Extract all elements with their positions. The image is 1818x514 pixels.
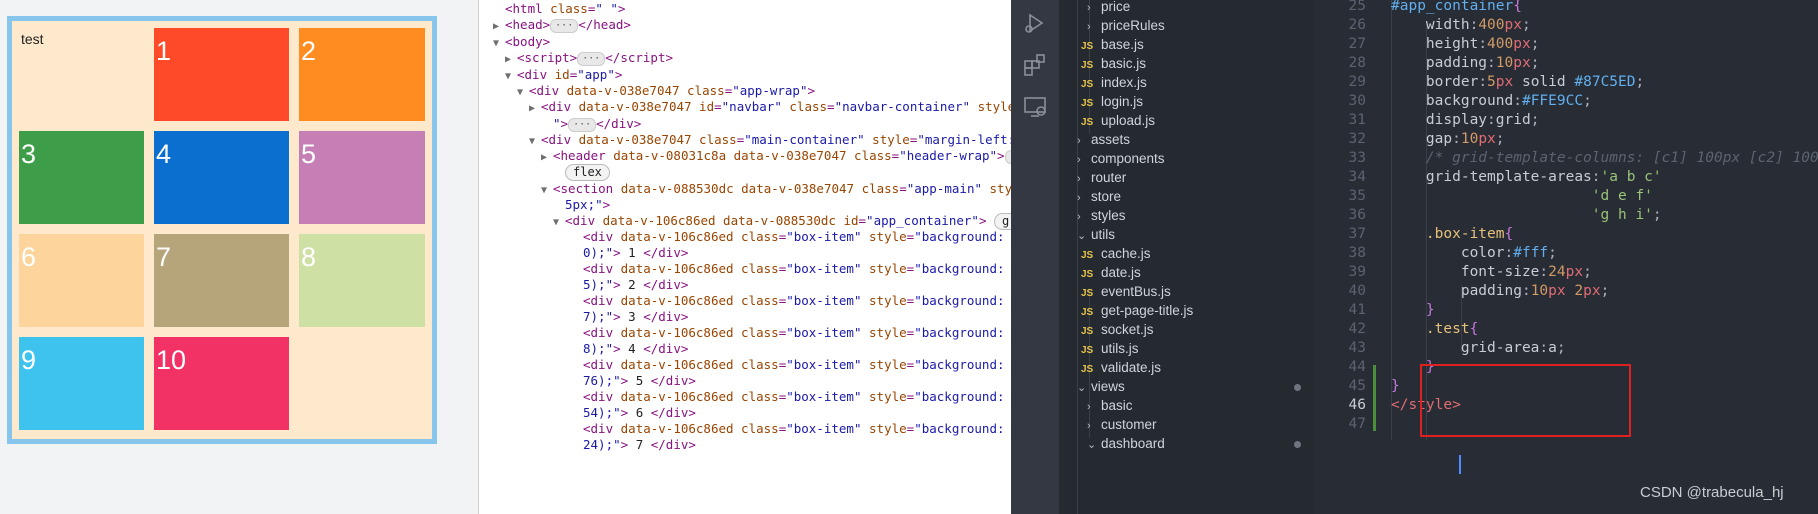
expand-triangle-icon[interactable]: ▼ <box>505 68 517 86</box>
tree-item-label: login.js <box>1101 94 1144 109</box>
expand-triangle-icon[interactable]: ▼ <box>553 214 565 232</box>
box-item-8: 8 <box>299 234 425 327</box>
dom-node-line[interactable]: ▼ <section data-v-088530dc data-v-038e704… <box>541 180 1011 198</box>
tree-item-label: eventBus.js <box>1101 284 1171 299</box>
tree-item-label: styles <box>1091 208 1126 223</box>
test-cell: test <box>19 28 144 121</box>
dom-node-line[interactable]: 24);"> 7 </div> <box>571 436 696 454</box>
tree-item-label: cache.js <box>1101 246 1151 261</box>
line-number: 47 <box>1348 416 1366 432</box>
box-item-4: 4 <box>154 131 289 224</box>
tree-item-label: basic <box>1101 398 1133 413</box>
dom-node-line[interactable]: ▶ <header data-v-08031c8a data-v-038e7047… <box>541 147 1011 165</box>
red-highlight-box <box>1420 364 1631 437</box>
tree-item-label: basic.js <box>1101 56 1147 71</box>
devtools-elements-panel[interactable]: <html class=" "> ▶ <head> ··· </head> ▼ <body>… <box>478 0 1011 514</box>
app-container-grid: test 1 2 3 4 5 6 7 8 9 10 <box>7 16 437 444</box>
tree-item-label: socket.js <box>1101 322 1154 337</box>
page-preview: test 1 2 3 4 5 6 7 8 9 10 <box>0 0 478 514</box>
watermark: CSDN @trabecula_hj <box>1640 484 1784 501</box>
tree-item-label: date.js <box>1101 265 1141 280</box>
git-added-indicator <box>1373 365 1376 431</box>
box-item-9: 9 <box>19 337 144 430</box>
chevron-down-icon: ⌄ <box>1087 439 1097 451</box>
tree-item-label: components <box>1091 151 1165 166</box>
expand-triangle-icon[interactable]: ▼ <box>493 35 505 53</box>
extensions-icon[interactable] <box>1022 52 1048 78</box>
tree-item-label: priceRules <box>1101 18 1165 33</box>
box-item-2: 2 <box>299 28 425 121</box>
tree-item-label: utils.js <box>1101 341 1139 356</box>
box-item-1: 1 <box>154 28 289 121</box>
activity-bar <box>1011 0 1059 514</box>
tree-item-label: router <box>1091 170 1127 185</box>
tree-item-label: utils <box>1091 227 1116 242</box>
tree-item-label: validate.js <box>1101 360 1162 375</box>
expand-triangle-icon[interactable]: ▼ <box>541 182 553 200</box>
file-explorer[interactable]: › price › priceRules JS base.js JS basic.js JS in… <box>1059 0 1314 514</box>
box-item-5: 5 <box>299 131 425 224</box>
run-debug-icon[interactable] <box>1022 10 1048 36</box>
box-item-10: 10 <box>154 337 289 430</box>
box-item-6: 6 <box>19 234 144 327</box>
tree-item-label: upload.js <box>1101 113 1156 128</box>
expand-triangle-icon[interactable]: ▼ <box>529 133 541 151</box>
expand-triangle-icon[interactable]: ▶ <box>541 149 553 167</box>
tree-item-label: get-page-title.js <box>1101 303 1194 318</box>
text-cursor <box>1459 455 1461 474</box>
dom-node-line[interactable]: ▶ <script> ··· </script> <box>505 49 673 67</box>
tree-item-label: assets <box>1091 132 1131 147</box>
tree-item-label: price <box>1101 0 1131 14</box>
box-item-3: 3 <box>19 131 144 224</box>
dom-node-line[interactable]: ▶ <head> ··· </head> <box>493 16 631 34</box>
remote-explorer-icon[interactable] <box>1022 94 1048 120</box>
dom-node-line[interactable]: flex <box>553 163 610 181</box>
box-item-7: 7 <box>154 234 289 327</box>
tree-item-label: views <box>1091 379 1125 394</box>
tree-item-label: index.js <box>1101 75 1147 90</box>
folder-item[interactable]: ⌄ dashboard <box>1087 433 1165 455</box>
expand-triangle-icon[interactable]: ▶ <box>529 100 541 118</box>
tree-item-label: store <box>1091 189 1122 204</box>
tree-item-label: base.js <box>1101 37 1144 52</box>
tree-item-label: customer <box>1101 417 1157 432</box>
expand-triangle-icon[interactable]: ▼ <box>517 84 529 102</box>
tree-item-label: dashboard <box>1101 436 1165 451</box>
modified-dot-icon <box>1294 384 1301 391</box>
dom-node-line[interactable]: ▶ <div data-v-038e7047 id="navbar" class=… <box>529 98 1011 116</box>
modified-dot-icon <box>1294 441 1301 448</box>
